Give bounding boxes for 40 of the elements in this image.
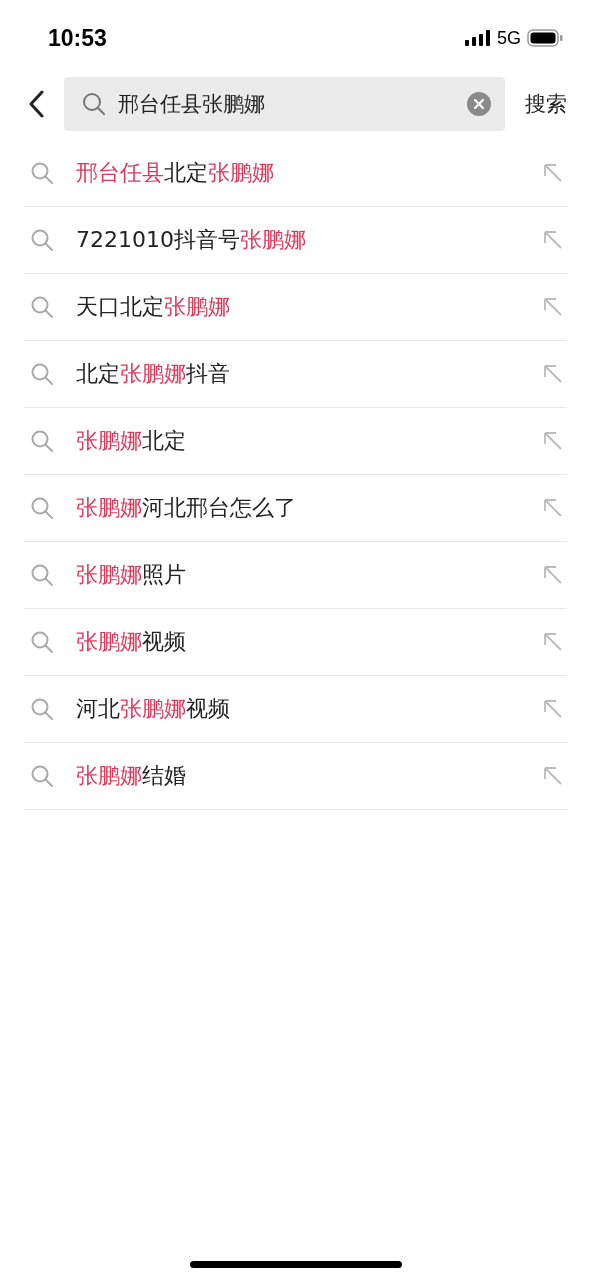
fill-in-arrow-icon[interactable] [543,699,563,719]
fill-in-arrow-icon[interactable] [543,498,563,518]
search-bar[interactable]: 邢台任县张鹏娜 [64,77,505,131]
fill-in-arrow-icon[interactable] [543,230,563,250]
suggestion-item[interactable]: 河北张鹏娜视频 [76,694,521,724]
battery-icon [527,29,563,47]
search-icon [30,228,54,252]
search-icon [30,563,54,587]
search-icon [82,92,106,116]
clear-icon[interactable] [467,92,491,116]
suggestion-item[interactable]: 张鹏娜视频 [76,627,521,657]
fill-in-arrow-icon[interactable] [543,364,563,384]
suggestion-item[interactable]: 张鹏娜照片 [76,560,521,590]
network-label: 5G [497,27,521,49]
suggestion-item[interactable]: 北定张鹏娜抖音 [76,359,521,389]
search-icon [30,362,54,386]
signal-icon [465,30,491,46]
status-time: 10:53 [48,24,107,52]
search-icon [30,161,54,185]
fill-in-arrow-icon[interactable] [543,297,563,317]
search-icon [30,697,54,721]
fill-in-arrow-icon[interactable] [543,431,563,451]
fill-in-arrow-icon[interactable] [543,163,563,183]
search-field[interactable]: 邢台任县张鹏娜 [118,92,455,116]
fill-in-arrow-icon[interactable] [543,632,563,652]
search-button[interactable]: 搜索 [525,90,567,118]
search-icon [30,295,54,319]
suggestion-item[interactable]: 张鹏娜结婚 [76,761,521,791]
back-icon[interactable] [28,90,44,118]
search-icon [30,630,54,654]
suggestion-item[interactable]: 邢台任县北定张鹏娜 [76,158,521,188]
search-icon [30,429,54,453]
suggestion-item[interactable]: 张鹏娜北定 [76,426,521,456]
suggestion-item[interactable]: 天口北定张鹏娜 [76,292,521,322]
search-icon [30,764,54,788]
suggestion-item[interactable]: 7221010抖音号张鹏娜 [76,225,521,255]
search-icon [30,496,54,520]
suggestion-item[interactable]: 张鹏娜河北邢台怎么了 [76,493,521,523]
fill-in-arrow-icon[interactable] [543,766,563,786]
fill-in-arrow-icon[interactable] [543,565,563,585]
